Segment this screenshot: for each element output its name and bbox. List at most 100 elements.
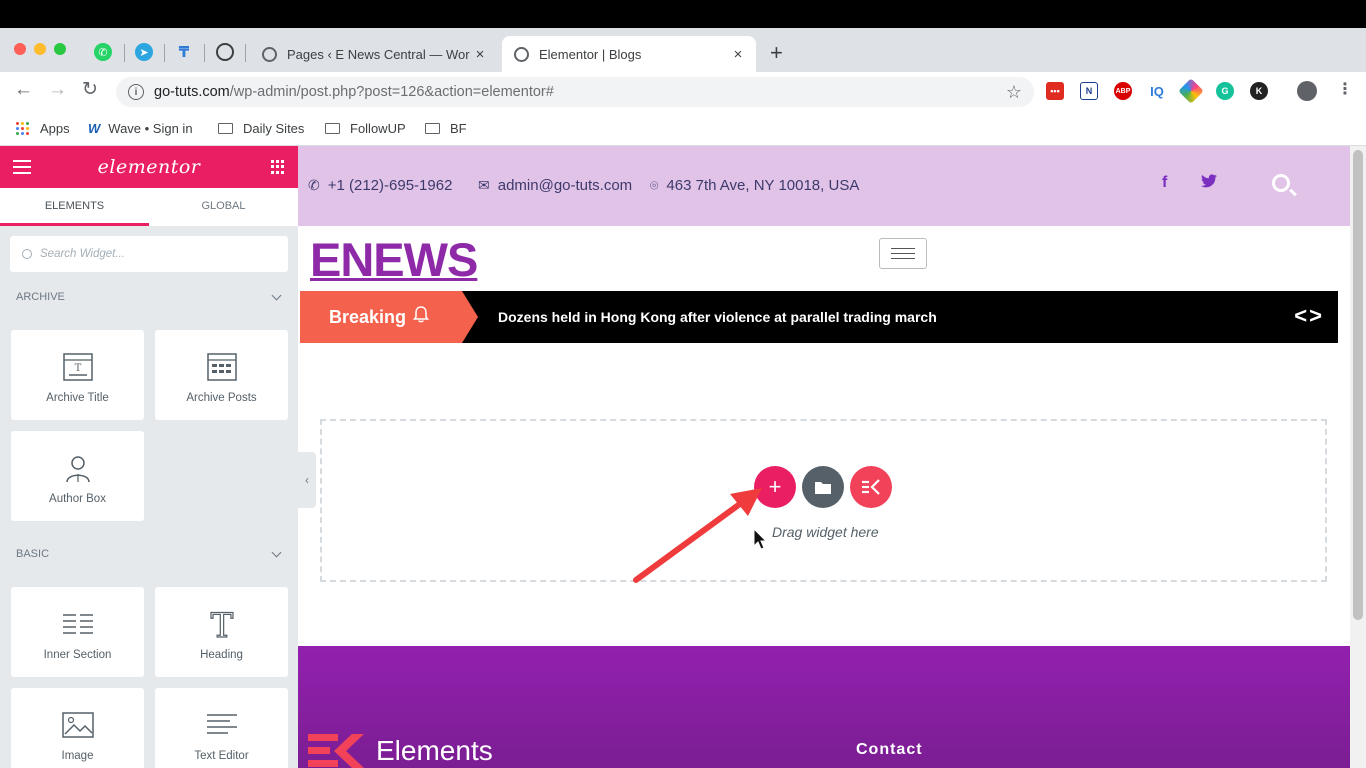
widget-image[interactable]: Image <box>11 688 144 768</box>
category-archive-title[interactable]: ARCHIVE <box>16 291 65 303</box>
grammarly-icon[interactable]: G <box>1216 82 1234 100</box>
search-widget-input[interactable]: Search Widget... <box>10 236 288 272</box>
pinned-tab-translate-icon[interactable]: ₸ <box>175 43 193 61</box>
archive-posts-icon <box>205 352 239 382</box>
address-bar[interactable]: i go-tuts.com/wp-admin/post.php?post=126… <box>116 77 1034 107</box>
widget-label: Archive Posts <box>186 392 257 404</box>
site-footer: Elements Contact <box>298 646 1350 768</box>
empty-section-dropzone[interactable]: + Drag widget here <box>320 419 1327 582</box>
scrollbar-thumb[interactable] <box>1353 150 1363 620</box>
elementor-panel: elementor ELEMENTS GLOBAL Search Widget.… <box>0 146 298 768</box>
search-icon <box>22 249 32 259</box>
site-logo[interactable]: ENEWS <box>310 232 478 287</box>
ticker-nav-arrows[interactable]: <> <box>1294 303 1324 329</box>
widget-text-editor[interactable]: Text Editor <box>155 688 288 768</box>
pinned-tab-whatsapp-icon[interactable]: ✆ <box>94 43 112 61</box>
widget-inner-section[interactable]: Inner Section <box>11 587 144 677</box>
extension-k-icon[interactable]: K <box>1250 82 1268 100</box>
twitter-icon[interactable] <box>1201 174 1217 193</box>
maximize-window-button[interactable] <box>54 43 66 55</box>
screen: ✆ ➤ ₸ Pages ‹ E News Central — WordPress… <box>0 0 1366 768</box>
url-host: go-tuts.com <box>154 84 230 100</box>
site-search-icon[interactable] <box>1272 174 1290 192</box>
footer-brand-name: Elements <box>376 735 493 766</box>
chevron-down-icon[interactable] <box>271 547 282 558</box>
collapse-panel-chevron-icon[interactable]: ‹ <box>298 452 316 508</box>
tab-separator <box>245 44 246 62</box>
widget-archive-posts[interactable]: Archive Posts <box>155 330 288 420</box>
search-placeholder: Search Widget... <box>40 248 125 260</box>
bookmark-daily-sites[interactable]: Daily Sites <box>218 121 304 136</box>
phone-info: ✆ +1 (212)-695-1962 <box>308 177 452 194</box>
tab-close-icon[interactable]: × <box>728 46 748 63</box>
site-info-icon[interactable]: i <box>128 84 144 100</box>
pinned-tab-telegram-icon[interactable]: ➤ <box>135 43 153 61</box>
inner-section-icon <box>61 609 95 639</box>
bookmark-star-icon[interactable]: ☆ <box>1006 82 1022 103</box>
extension-iq-icon[interactable]: IQ <box>1148 82 1166 100</box>
envato-kit-icon[interactable] <box>850 466 892 508</box>
tab-separator <box>204 44 205 62</box>
bookmark-apps[interactable]: Apps <box>16 121 70 136</box>
menu-toggle-button[interactable] <box>879 238 927 269</box>
canvas-scrollbar[interactable] <box>1350 146 1366 768</box>
extension-1-icon[interactable]: ••• <box>1046 82 1064 100</box>
widgets-grid-icon[interactable] <box>271 160 285 174</box>
extension-2-icon[interactable]: N <box>1080 82 1098 100</box>
bookmark-followup[interactable]: FollowUP <box>325 121 406 136</box>
image-icon <box>61 710 95 740</box>
tab-elementor[interactable]: Elementor | Blogs × <box>502 36 756 72</box>
elementor-logo: elementor <box>97 156 201 178</box>
widget-label: Text Editor <box>194 750 249 762</box>
email-address: admin@go-tuts.com <box>497 177 633 194</box>
bookmark-wave[interactable]: W Wave • Sign in <box>88 121 193 136</box>
pinned-tab-globe-icon[interactable] <box>216 43 234 61</box>
extension-colors-icon[interactable] <box>1178 78 1204 104</box>
facebook-icon[interactable]: f <box>1162 174 1167 192</box>
envelope-icon: ✉ <box>478 177 490 193</box>
new-tab-button[interactable]: + <box>770 42 783 64</box>
text-editor-icon <box>205 710 239 740</box>
author-box-icon <box>61 453 95 483</box>
browser-menu-icon[interactable]: ⋮ <box>1337 82 1353 98</box>
add-template-folder-icon[interactable] <box>802 466 844 508</box>
tab-pages[interactable]: Pages ‹ E News Central — WordPress × <box>250 36 498 72</box>
breaking-headline[interactable]: Dozens held in Hong Kong after violence … <box>498 309 937 325</box>
widget-heading[interactable]: T Heading <box>155 587 288 677</box>
bookmark-label: BF <box>450 121 467 136</box>
minimize-window-button[interactable] <box>34 43 46 55</box>
address-info: ⌾ 463 7th Ave, NY 10018, USA <box>650 177 859 194</box>
bookmark-bf[interactable]: BF <box>425 121 467 136</box>
back-arrow-icon[interactable]: ← <box>14 80 33 99</box>
tab-global[interactable]: GLOBAL <box>149 188 298 226</box>
widget-label: Heading <box>200 649 243 661</box>
adblock-icon[interactable]: ABP <box>1114 82 1132 100</box>
forward-arrow-icon[interactable]: → <box>48 80 67 99</box>
tab-elements[interactable]: ELEMENTS <box>0 188 149 226</box>
globe-icon <box>262 46 277 62</box>
apps-grid-icon <box>16 121 30 136</box>
widget-label: Image <box>61 750 94 762</box>
archive-title-icon: T <box>61 352 95 382</box>
profile-avatar-icon[interactable] <box>1297 81 1317 101</box>
chevron-down-icon[interactable] <box>271 290 282 301</box>
footer-logo: Elements <box>308 734 493 768</box>
dropzone-hint: Drag widget here <box>772 524 879 540</box>
close-window-button[interactable] <box>14 43 26 55</box>
add-section-button[interactable]: + <box>754 466 796 508</box>
wave-icon: W <box>88 121 101 136</box>
elements-logo-icon <box>308 734 370 768</box>
globe-icon <box>514 46 529 62</box>
screen-top-bar <box>0 0 1366 28</box>
category-basic-title[interactable]: BASIC <box>16 548 49 560</box>
bookmark-label: Apps <box>40 121 70 136</box>
folder-icon <box>325 123 340 134</box>
phone-icon: ✆ <box>308 177 320 193</box>
tab-close-icon[interactable]: × <box>470 46 490 63</box>
footer-contact-heading: Contact <box>856 741 923 758</box>
hamburger-menu-icon[interactable] <box>13 160 31 174</box>
reload-icon[interactable]: ↻ <box>82 80 98 99</box>
bell-icon <box>413 306 430 328</box>
widget-archive-title[interactable]: T Archive Title <box>11 330 144 420</box>
widget-author-box[interactable]: Author Box <box>11 431 144 521</box>
